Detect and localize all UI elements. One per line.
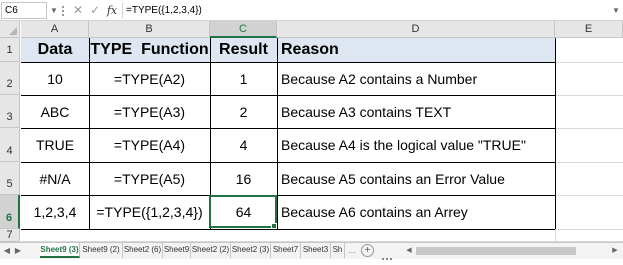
table-border bbox=[555, 38, 556, 229]
gridline bbox=[555, 195, 623, 196]
name-box[interactable]: C6 bbox=[1, 2, 47, 19]
table-cell[interactable]: =TYPE(A4) bbox=[89, 128, 210, 162]
table-border bbox=[21, 128, 555, 129]
table-cell[interactable]: Because A2 contains a Number bbox=[277, 62, 555, 95]
header-cell-type-function[interactable]: TYPE Function bbox=[89, 38, 210, 62]
expand-formula-icon[interactable]: ▼ bbox=[610, 2, 622, 19]
row-header-3[interactable]: 3 bbox=[0, 95, 20, 128]
scrollbar-thumb[interactable] bbox=[416, 247, 576, 255]
table-border bbox=[21, 162, 555, 163]
enter-check-icon[interactable]: ✓ bbox=[88, 2, 102, 19]
sheet-tab[interactable]: Sheet9 (3) bbox=[40, 243, 80, 258]
table-cell[interactable]: Because A6 contains an Arrey bbox=[277, 195, 555, 229]
sheet-tab[interactable]: Sheet2 (2) bbox=[191, 243, 231, 258]
gridline bbox=[555, 62, 623, 63]
more-tabs-icon[interactable]: … bbox=[347, 243, 357, 258]
sheet-tab[interactable]: Sheet2 (6) bbox=[123, 243, 163, 258]
add-sheet-button[interactable]: + bbox=[361, 244, 374, 257]
cancel-icon[interactable]: ✕ bbox=[71, 2, 85, 19]
header-cell-reason[interactable]: Reason bbox=[277, 38, 555, 62]
formula-separator bbox=[122, 3, 123, 18]
table-cell[interactable]: 1 bbox=[210, 62, 277, 95]
column-header-e[interactable]: E bbox=[555, 21, 623, 38]
column-header-c[interactable]: C bbox=[210, 21, 277, 38]
sheet-tab[interactable]: Sheet9 bbox=[163, 243, 191, 258]
table-cell[interactable]: 4 bbox=[210, 128, 277, 162]
table-border bbox=[277, 38, 278, 229]
table-cell[interactable]: =TYPE({1,2,3,4}) bbox=[89, 195, 210, 229]
row-header-2[interactable]: 2 bbox=[0, 62, 20, 95]
scroll-tabs-right-icon[interactable]: ▶ bbox=[13, 243, 23, 258]
table-cell[interactable]: =TYPE(A2) bbox=[89, 62, 210, 95]
scroll-tabs-left-icon[interactable]: ◀ bbox=[2, 243, 12, 258]
row-header-7[interactable]: 7 bbox=[0, 229, 20, 242]
cell-selection-border bbox=[209, 195, 277, 228]
sheet-tab[interactable]: Sh bbox=[331, 243, 345, 258]
table-cell[interactable]: TRUE bbox=[21, 128, 89, 162]
table-border bbox=[21, 229, 555, 230]
table-cell[interactable]: =TYPE(A5) bbox=[89, 162, 210, 195]
row-header-1[interactable]: 1 bbox=[0, 38, 20, 62]
table-border bbox=[21, 95, 555, 96]
header-cell-data[interactable]: Data bbox=[21, 38, 89, 62]
select-all-corner[interactable] bbox=[0, 21, 20, 38]
splitter-dots-icon[interactable] bbox=[382, 247, 398, 260]
row-header-5[interactable]: 5 bbox=[0, 162, 20, 195]
fill-handle[interactable] bbox=[271, 223, 277, 229]
insert-function-icon[interactable]: fx bbox=[104, 2, 120, 19]
table-cell[interactable]: Because A4 is the logical value "TRUE" bbox=[277, 128, 555, 162]
table-border bbox=[21, 195, 555, 196]
table-cell[interactable]: Because A5 contains an Error Value bbox=[277, 162, 555, 195]
sheet-tab[interactable]: Sheet9 (2) bbox=[80, 243, 123, 258]
gridline bbox=[555, 162, 623, 163]
sheet-tab[interactable]: Sheet7 bbox=[271, 243, 301, 258]
sheet-tab[interactable]: Sheet2 (3) bbox=[231, 243, 271, 258]
table-border bbox=[21, 62, 555, 63]
table-border bbox=[89, 38, 90, 229]
sheet-tab[interactable]: Sheet3 bbox=[301, 243, 331, 258]
column-header-b[interactable]: B bbox=[89, 21, 210, 38]
grip-dots-icon bbox=[62, 6, 66, 16]
row-header-4[interactable]: 4 bbox=[0, 128, 20, 162]
table-cell[interactable]: ABC bbox=[21, 95, 89, 128]
gridline bbox=[555, 229, 623, 230]
table-cell[interactable]: 16 bbox=[210, 162, 277, 195]
table-cell[interactable]: =TYPE(A3) bbox=[89, 95, 210, 128]
table-cell[interactable]: Because A3 contains TEXT bbox=[277, 95, 555, 128]
table-cell[interactable]: #N/A bbox=[21, 162, 89, 195]
chevron-down-icon[interactable]: ▼ bbox=[49, 2, 59, 19]
table-cell[interactable]: 2 bbox=[210, 95, 277, 128]
table-cell[interactable]: 10 bbox=[21, 62, 89, 95]
scroll-right-arrow-icon[interactable]: ▶ bbox=[610, 245, 620, 257]
scroll-left-arrow-icon[interactable]: ◀ bbox=[404, 245, 414, 257]
gridline bbox=[555, 128, 623, 129]
header-cell-result[interactable]: Result bbox=[210, 38, 277, 62]
table-cell[interactable]: 1,2,3,4 bbox=[21, 195, 89, 229]
column-header-d[interactable]: D bbox=[277, 21, 555, 38]
row-header-6[interactable]: 6 bbox=[0, 195, 20, 229]
formula-input[interactable]: =TYPE({1,2,3,4}) bbox=[126, 2, 606, 19]
gridline bbox=[555, 95, 623, 96]
column-header-a[interactable]: A bbox=[21, 21, 89, 38]
